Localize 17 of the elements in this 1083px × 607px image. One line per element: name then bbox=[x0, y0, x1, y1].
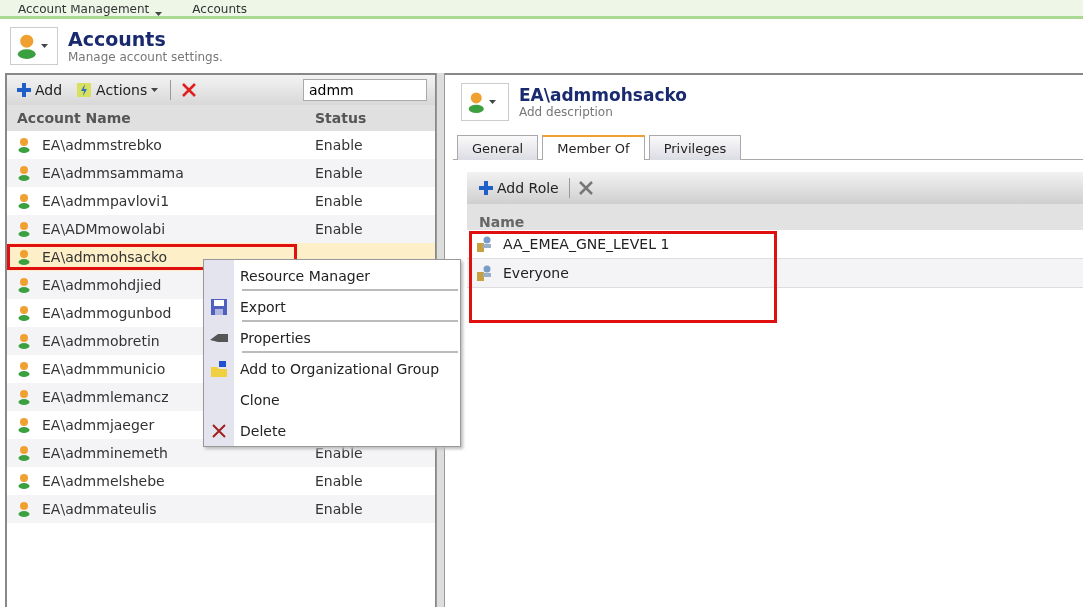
account-name-cell: EA\admmpavlovi1 bbox=[7, 188, 297, 214]
status-cell: Enable bbox=[315, 473, 363, 489]
status-cell: Enable bbox=[315, 193, 363, 209]
status-cell: Enable bbox=[315, 501, 363, 517]
account-name-cell: EA\admmstrebko bbox=[7, 132, 297, 158]
account-name-cell: EA\ADMmowolabi bbox=[7, 216, 297, 242]
status-cell: Enable bbox=[315, 165, 363, 181]
status-cell: Enable bbox=[315, 221, 363, 237]
account-name-cell: EA\admmelshebe bbox=[7, 468, 297, 494]
page-title: Accounts bbox=[68, 28, 167, 50]
status-cell: Enable bbox=[315, 137, 363, 153]
status-cell: Enable bbox=[315, 445, 363, 461]
page-subtitle: Manage account settings. bbox=[68, 50, 223, 64]
account-name-cell: EA\admmateulis bbox=[7, 496, 297, 522]
account-title: EA\admmohsacko bbox=[519, 85, 688, 105]
account-name-cell: EA\admmsammama bbox=[7, 160, 297, 186]
account-name-cell: EA\admminemeth bbox=[7, 440, 297, 466]
